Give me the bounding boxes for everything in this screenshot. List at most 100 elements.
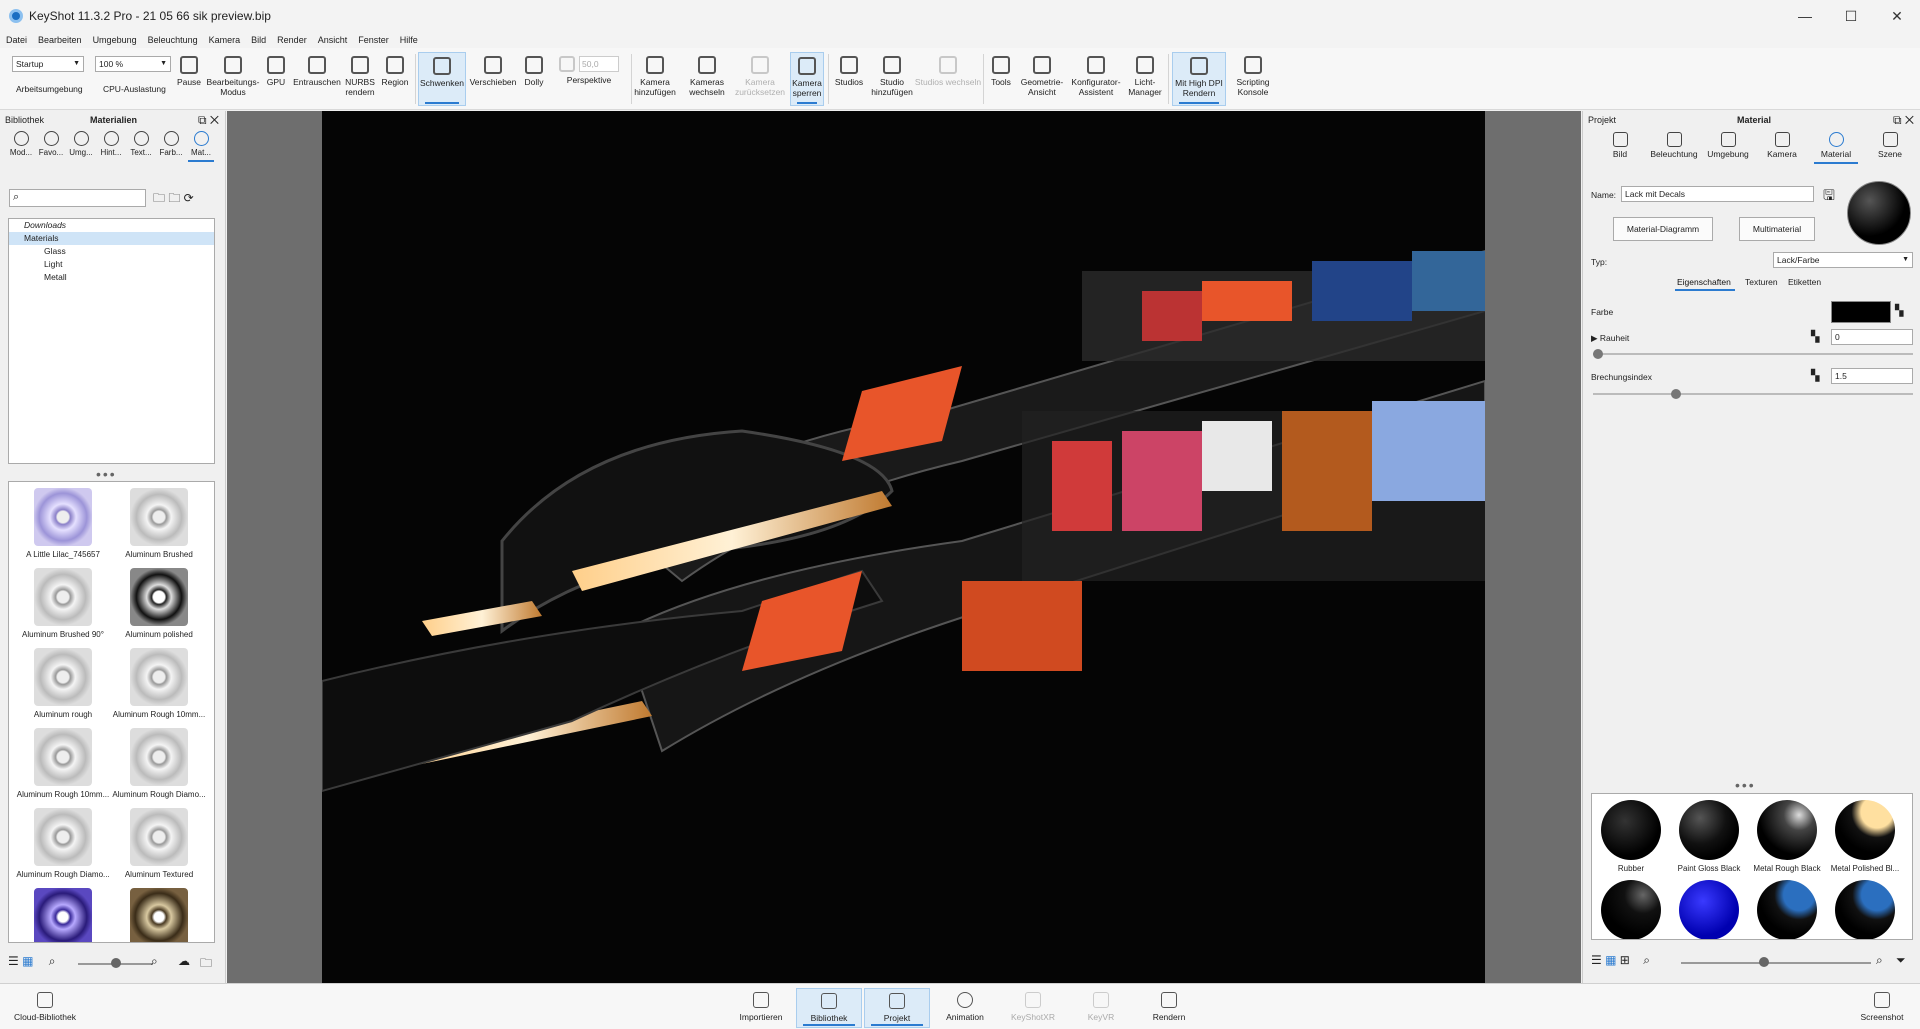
pause-button[interactable]: Pause — [176, 52, 202, 106]
tab-colors[interactable]: Farb... — [156, 129, 186, 159]
material-thumb[interactable]: Aluminum Rough Diamo... — [111, 726, 207, 806]
tree-item-materials[interactable]: Materials — [9, 232, 214, 245]
render-image[interactable] — [322, 111, 1485, 983]
material-thumb[interactable]: Aluminum rough — [15, 646, 111, 726]
material-thumb[interactable]: A Little Lilac_745657 — [15, 486, 111, 566]
subtab-labels[interactable]: Etiketten — [1788, 277, 1821, 287]
material-thumb[interactable]: Aluminum polished — [111, 566, 207, 646]
palette-material[interactable] — [1826, 874, 1904, 939]
render-viewport[interactable] — [227, 111, 1581, 983]
tab-textures[interactable]: Text... — [126, 129, 156, 159]
tree-item-glass[interactable]: Glass — [9, 245, 214, 258]
library-search-input[interactable]: ⌕ — [9, 189, 146, 207]
material-thumb[interactable]: Aluminum Rough 10mm... — [111, 646, 207, 726]
add-camera-button[interactable]: Kamera hinzufügen — [633, 52, 677, 106]
lock-camera-button[interactable]: Kamera sperren — [790, 52, 824, 106]
material-graph-button[interactable]: Material-Diagramm — [1613, 217, 1713, 241]
subtab-textures[interactable]: Texturen — [1745, 277, 1778, 287]
grid-view-icon[interactable]: ▦ — [1605, 953, 1616, 967]
library-toggle-button[interactable]: Bibliothek — [796, 988, 862, 1028]
material-thumb[interactable] — [111, 886, 207, 942]
zoom-out-icon[interactable]: ⌕ — [1643, 953, 1650, 967]
dolly-button[interactable]: Dolly — [520, 52, 548, 106]
render-button[interactable]: Rendern — [1142, 988, 1196, 1028]
high-dpi-render-button[interactable]: Mit High DPI Rendern — [1172, 52, 1226, 106]
palette-material[interactable]: Rubber — [1592, 794, 1670, 873]
studios-button[interactable]: Studios — [831, 52, 867, 106]
add-studio-button[interactable]: Studio hinzufügen — [869, 52, 915, 106]
minimize-button[interactable]: — — [1782, 0, 1828, 32]
menu-render[interactable]: Render — [277, 35, 307, 45]
palette-size-slider[interactable] — [1681, 962, 1871, 964]
tab-materials[interactable]: Mat... — [186, 129, 216, 162]
geometry-view-button[interactable]: Geometrie- Ansicht — [1018, 52, 1066, 106]
tree-view-icon[interactable]: ⊞ — [1620, 953, 1630, 967]
ior-slider[interactable] — [1593, 389, 1913, 399]
import-button[interactable]: Importieren — [734, 988, 788, 1028]
cpu-select[interactable]: 100 % — [95, 56, 171, 72]
switch-studios-button[interactable]: Studios wechseln — [915, 52, 981, 106]
menu-umgebung[interactable]: Umgebung — [93, 35, 137, 45]
zoom-out-icon[interactable]: ⌕ — [49, 954, 56, 968]
menu-fenster[interactable]: Fenster — [358, 35, 389, 45]
denoise-button[interactable]: Entrauschen — [292, 52, 342, 106]
import-folder-icon[interactable]: 🗀 — [200, 954, 212, 975]
palette-material[interactable]: Paint Gloss Black — [1670, 794, 1748, 873]
switch-camera-button[interactable]: Kameras wechseln — [684, 52, 730, 106]
light-manager-button[interactable]: Licht- Manager — [1126, 52, 1164, 106]
palette-material[interactable] — [1592, 874, 1670, 939]
zoom-in-icon[interactable]: ⌕ — [151, 954, 158, 969]
panel-close-icon[interactable]: ⧉ ✕ — [198, 113, 219, 128]
tree-item-downloads[interactable]: Downloads — [9, 219, 214, 232]
material-name-input[interactable]: Lack mit Decals — [1621, 186, 1814, 202]
roughness-slider[interactable] — [1593, 349, 1913, 359]
texture-map-icon[interactable]: ▚ — [1811, 330, 1819, 343]
material-thumb[interactable]: Aluminum Brushed 90° — [15, 566, 111, 646]
filter-icon[interactable]: ⏷ — [1896, 953, 1906, 968]
perspective-value[interactable]: 50,0 — [579, 56, 619, 72]
screenshot-button[interactable]: Screenshot — [1854, 988, 1910, 1028]
panel-close-icon[interactable]: ⧉ ✕ — [1893, 113, 1914, 128]
menu-datei[interactable]: Datei — [6, 35, 27, 45]
tab-lighting[interactable]: Beleuchtung — [1647, 129, 1701, 163]
tree-item-metall[interactable]: Metall — [9, 271, 214, 284]
splitter-handle[interactable]: ••• — [1735, 777, 1756, 793]
splitter-handle[interactable]: ••• — [96, 466, 117, 482]
texture-map-icon[interactable]: ▚ — [1895, 304, 1903, 317]
tab-models[interactable]: Mod... — [6, 129, 36, 159]
configurator-wizard-button[interactable]: Konfigurator- Assistent — [1068, 52, 1124, 106]
tab-material[interactable]: Material — [1809, 129, 1863, 164]
scripting-console-button[interactable]: Scripting Konsole — [1230, 52, 1276, 106]
zoom-in-icon[interactable]: ⌕ — [1876, 953, 1883, 968]
subtab-properties[interactable]: Eigenschaften — [1677, 277, 1731, 287]
tab-image[interactable]: Bild — [1593, 129, 1647, 163]
palette-material[interactable] — [1670, 874, 1748, 939]
ior-input[interactable]: 1.5 — [1831, 368, 1913, 384]
material-type-select[interactable]: Lack/Farbe — [1773, 252, 1913, 268]
tab-backplates[interactable]: Hint... — [96, 129, 126, 159]
palette-material[interactable]: Metal Rough Black — [1748, 794, 1826, 873]
list-view-icon[interactable]: ☰ — [1591, 953, 1602, 967]
thumbnail-size-knob[interactable] — [111, 958, 121, 968]
tab-scene[interactable]: Szene — [1863, 129, 1917, 163]
menu-beleuchtung[interactable]: Beleuchtung — [148, 35, 198, 45]
folder-actions-icons[interactable]: 🗀 🗀 ⟳ — [153, 189, 194, 210]
tab-camera[interactable]: Kamera — [1755, 129, 1809, 163]
menu-bild[interactable]: Bild — [251, 35, 266, 45]
material-thumb[interactable]: Aluminum Rough 10mm... — [15, 726, 111, 806]
palette-material[interactable]: Metal Polished Bl... — [1826, 794, 1904, 873]
keyshotxr-button[interactable]: KeyShotXR — [1006, 988, 1060, 1028]
keyvr-button[interactable]: KeyVR — [1074, 988, 1128, 1028]
reset-camera-button[interactable]: Kamera zurücksetzen — [735, 52, 785, 106]
list-view-icon[interactable]: ☰ — [8, 954, 19, 968]
maximize-button[interactable]: ☐ — [1828, 0, 1874, 32]
palette-material[interactable] — [1748, 874, 1826, 939]
material-thumb[interactable]: Aluminum Rough Diamo... — [15, 806, 111, 886]
animation-button[interactable]: Animation — [938, 988, 992, 1028]
cloud-library-button[interactable]: Cloud-Bibliothek — [14, 988, 76, 1028]
multimaterial-button[interactable]: Multimaterial — [1739, 217, 1815, 241]
palette-size-knob[interactable] — [1759, 957, 1769, 967]
upload-icon[interactable]: ☁ — [178, 954, 190, 968]
tree-item-light[interactable]: Light — [9, 258, 214, 271]
nurbs-render-button[interactable]: NURBS rendern — [344, 52, 376, 106]
